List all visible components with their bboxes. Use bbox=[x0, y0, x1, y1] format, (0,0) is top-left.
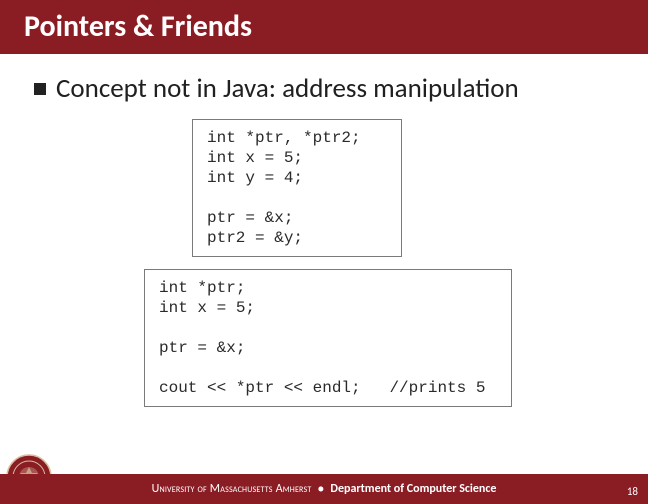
bullet-text: Concept not in Java: address manipulatio… bbox=[56, 72, 519, 105]
bullet-item: Concept not in Java: address manipulatio… bbox=[34, 72, 614, 105]
page-number: 18 bbox=[627, 485, 638, 498]
bullet-icon bbox=[34, 83, 46, 95]
footer-bar: University of Massachusetts Amherst • De… bbox=[0, 474, 648, 504]
code-box-cout: int *ptr; int x = 5; ptr = &x; cout << *… bbox=[144, 269, 512, 407]
code-box-declarations: int *ptr, *ptr2; int x = 5; int y = 4; p… bbox=[192, 119, 402, 257]
code-area: int *ptr, *ptr2; int x = 5; int y = 4; p… bbox=[34, 119, 614, 439]
footer-separator-icon: • bbox=[317, 482, 324, 496]
footer-department: Department of Computer Science bbox=[330, 482, 496, 496]
footer-university: University of Massachusetts Amherst bbox=[152, 482, 312, 496]
slide-content: Concept not in Java: address manipulatio… bbox=[0, 54, 648, 439]
slide-title: Pointers & Friends bbox=[24, 8, 252, 45]
title-bar: Pointers & Friends bbox=[0, 0, 648, 54]
